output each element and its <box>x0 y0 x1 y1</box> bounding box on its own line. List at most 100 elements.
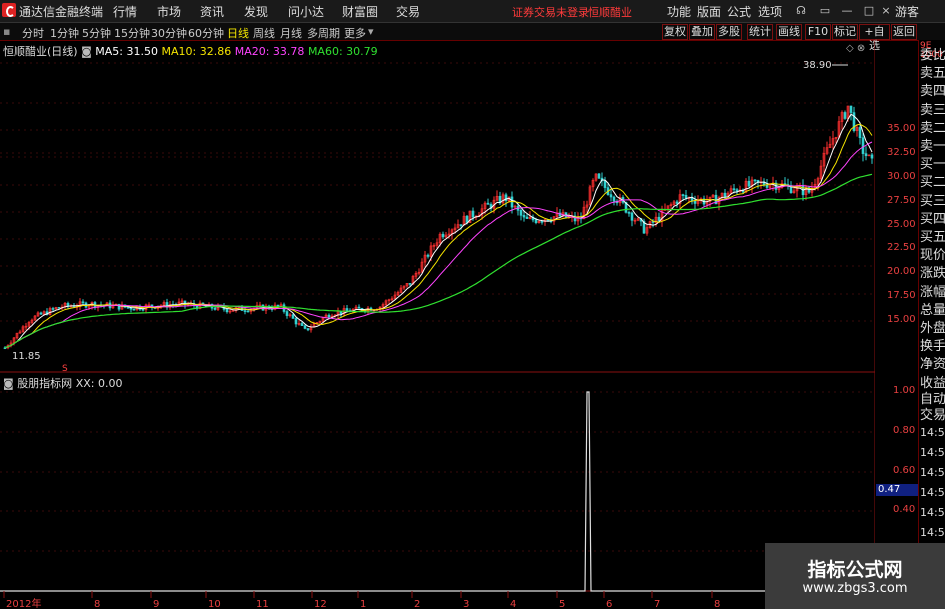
minimize-icon[interactable]: — <box>839 3 855 18</box>
period-weekly[interactable]: 周线 <box>253 25 275 41</box>
tool-formula[interactable]: 公式 <box>727 3 751 20</box>
candle-body <box>612 196 616 202</box>
candle-body <box>522 215 526 218</box>
btn-overlay[interactable]: 叠加 <box>689 24 715 40</box>
btn-restore-rights[interactable]: 复权 <box>662 24 688 40</box>
period-60min[interactable]: 60分钟 <box>188 25 224 41</box>
period-30min[interactable]: 30分钟 <box>151 25 187 41</box>
candle-body <box>765 184 769 188</box>
period-15min[interactable]: 15分钟 <box>114 25 150 41</box>
login-warning[interactable]: 证券交易未登录 <box>512 4 589 20</box>
maximize-icon[interactable]: □ <box>861 3 877 18</box>
indicator-toggle-icon[interactable]: ◙ <box>3 377 14 390</box>
indicator-legend: ◙ 股朋指标网 XX: 0.00 <box>3 375 122 391</box>
menu-wenxiaoda[interactable]: 问小达 <box>288 3 324 20</box>
period-more[interactable]: 更多 <box>344 25 366 41</box>
candle-body <box>408 283 412 285</box>
period-5min[interactable]: 5分钟 <box>82 25 111 41</box>
x-tick-label: 9 <box>153 599 159 609</box>
expand-icon[interactable]: ▪ <box>3 25 10 38</box>
quote-field-label: 买二 <box>920 175 945 191</box>
candle-body <box>732 188 736 190</box>
quote-field-label: 现价 <box>920 248 945 264</box>
period-multi[interactable]: 多周期 <box>307 25 340 41</box>
candle-body <box>534 219 538 223</box>
period-tick[interactable]: 分时 <box>22 25 44 41</box>
indicator-value: XX: 0.00 <box>75 377 123 390</box>
low-price-label: 11.85 <box>12 351 41 362</box>
btn-f10[interactable]: F10 <box>805 24 831 40</box>
trade-time: 14:56 <box>920 526 945 539</box>
btn-multi-stock[interactable]: 多股 <box>716 24 742 40</box>
lock-icon[interactable]: ▭ <box>817 3 833 18</box>
candle-body <box>861 137 865 154</box>
menu-wealth-circle[interactable]: 财富圈 <box>342 3 378 20</box>
price-tick: 20.00 <box>887 266 916 278</box>
candle-body <box>276 304 280 307</box>
trade-time: 14:56 <box>920 446 945 459</box>
candle-body <box>864 153 868 157</box>
candle-body <box>540 221 544 223</box>
candle-body <box>723 192 727 198</box>
moving-average-lines <box>4 64 873 349</box>
candle-body <box>753 179 757 182</box>
quote-field-label: 卖五 <box>920 66 945 82</box>
watermark-url: www.zbgs3.com <box>802 581 908 596</box>
quote-field-label: 换手 <box>920 339 945 355</box>
indicator-spike <box>0 391 875 592</box>
user-guest[interactable]: 游客 <box>895 3 919 20</box>
candle-body <box>441 233 445 238</box>
close-icon[interactable]: × <box>878 3 894 18</box>
more-chevron-icon[interactable]: ▾ <box>368 25 374 38</box>
app-title: 通达信金融终端 <box>19 5 104 19</box>
ma20-line <box>4 141 873 349</box>
indicator-tick: 0.80 <box>893 425 916 436</box>
quote-field-label[interactable]: 交易 <box>920 404 945 423</box>
legend-toggle-icon[interactable]: ◙ <box>81 45 92 58</box>
candle-body <box>345 308 349 311</box>
quote-field-label: 买一 <box>920 157 945 173</box>
menu-quotes[interactable]: 行情 <box>113 3 137 20</box>
x-axis: 2012年 8 9 10 11 12 1 2 3 4 5 6 7 8 <box>3 591 720 609</box>
chart-settings-icon[interactable]: ◇ ⊗ <box>846 43 865 54</box>
tool-options[interactable]: 选项 <box>758 3 782 20</box>
x-tick-label: 4 <box>510 599 516 609</box>
title-bar: 通达信金融终端 行情 市场 资讯 发现 问小达 财富圈 交易 证券交易未登录 恒… <box>0 0 945 23</box>
tool-function[interactable]: 功能 <box>667 3 691 20</box>
candle-body <box>459 224 463 226</box>
price-tick: 27.50 <box>887 194 916 206</box>
candle-body <box>675 201 679 204</box>
indicator-tick: 0.60 <box>893 465 916 476</box>
menu-discover[interactable]: 发现 <box>244 3 268 20</box>
menu-news[interactable]: 资讯 <box>200 3 224 20</box>
x-tick-label: 7 <box>654 599 660 609</box>
indicator-chart: S <box>0 364 875 592</box>
period-1min[interactable]: 1分钟 <box>50 25 79 41</box>
ma60-label: MA60: 30.79 <box>307 45 378 58</box>
quote-field-label: 买三 <box>920 193 945 209</box>
menu-market[interactable]: 市场 <box>157 3 181 20</box>
candle-body <box>246 310 250 313</box>
period-daily[interactable]: 日线 <box>227 25 249 41</box>
quote-field-label: 外盘 <box>920 321 945 336</box>
kline-chart[interactable]: S 2012年 8 9 10 11 12 1 2 3 4 5 6 7 8 <box>0 40 875 609</box>
period-monthly[interactable]: 月线 <box>280 25 302 41</box>
trade-time: 14:56 <box>920 486 945 499</box>
quote-panel: 9E 1000 委比 卖五 卖四 卖三 卖二 卖一 买一 买二 买三 买四 买五 现价 涨跌 涨幅 总量 外盘… <box>918 40 945 609</box>
tool-layout[interactable]: 版面 <box>697 3 721 20</box>
candle-body <box>681 194 685 196</box>
quote-field-label: 委比 <box>920 48 945 63</box>
headset-icon[interactable]: ☊ <box>793 3 809 18</box>
btn-add-favorite[interactable]: +自选 <box>859 24 890 52</box>
period-toolbar: ▪ 分时 1分钟 5分钟 15分钟 30分钟 60分钟 日线 周线 月线 多周期… <box>0 23 945 52</box>
btn-draw-line[interactable]: 画线 <box>776 24 802 40</box>
menu-trade[interactable]: 交易 <box>396 3 420 20</box>
candle-body <box>426 254 430 257</box>
price-tick: 35.00 <box>887 123 916 134</box>
candle-body <box>843 112 847 119</box>
btn-mark[interactable]: 标记 <box>832 24 858 40</box>
x-tick-label: 6 <box>606 599 612 609</box>
btn-statistics[interactable]: 统计 <box>747 24 773 40</box>
btn-back[interactable]: 返回 <box>891 24 917 40</box>
candle-body <box>609 194 613 198</box>
